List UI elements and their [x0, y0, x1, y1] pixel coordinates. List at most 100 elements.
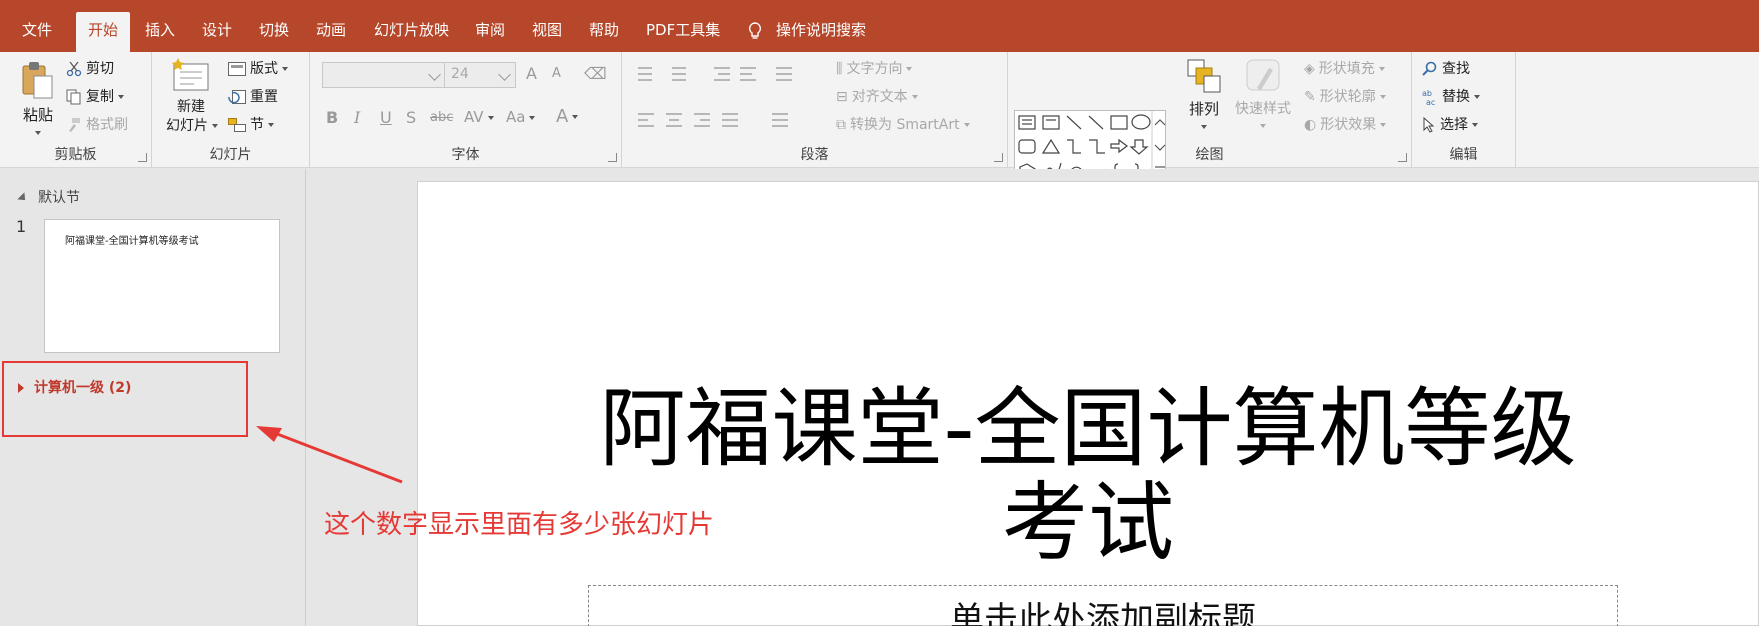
convert-smartart-button[interactable]: ⧉ 转换为 SmartArt: [836, 114, 970, 134]
strikethrough-button[interactable]: abc: [430, 110, 453, 125]
chevron-down-icon: [428, 68, 441, 81]
tell-me-search[interactable]: 操作说明搜索: [748, 12, 866, 48]
smartart-label: 转换为 SmartArt: [850, 117, 960, 133]
font-size-value: 24: [451, 66, 469, 82]
tab-view[interactable]: 视图: [520, 12, 574, 52]
group-editing: 查找 ab ac 替换 选择 编辑: [1412, 52, 1516, 168]
clipboard-group-label: 剪贴板: [54, 147, 97, 163]
new-slide-icon: [172, 58, 209, 91]
chevron-down-icon: [1474, 95, 1480, 99]
tab-review[interactable]: 审阅: [463, 12, 517, 52]
shrink-font-button[interactable]: A: [552, 66, 561, 81]
align-text-button[interactable]: ⊟ 对齐文本: [836, 86, 918, 106]
slide-number: 1: [16, 217, 27, 236]
expand-triangle-icon[interactable]: [18, 383, 24, 393]
character-spacing-button[interactable]: AV: [464, 108, 494, 126]
chevron-down-icon: [1201, 125, 1207, 129]
bold-button[interactable]: B: [326, 108, 338, 127]
slide-canvas[interactable]: 阿福课堂-全国计算机等级考试 单击此处添加副标题: [417, 181, 1759, 626]
quick-styles-button[interactable]: 快速样式: [1232, 58, 1294, 134]
dialog-launcher-icon[interactable]: [138, 153, 147, 162]
align-text-icon: ⊟: [836, 89, 848, 105]
tab-pdf-tools[interactable]: PDF工具集: [634, 12, 732, 52]
chevron-down-icon: [268, 123, 274, 127]
layout-button[interactable]: 版式: [228, 58, 288, 78]
paste-label: 粘贴: [22, 106, 53, 124]
copy-button[interactable]: 复制: [66, 86, 124, 106]
tab-help[interactable]: 帮助: [577, 12, 631, 52]
svg-text:ab: ab: [1422, 89, 1432, 98]
subtitle-placeholder[interactable]: 单击此处添加副标题: [588, 585, 1618, 626]
collapse-triangle-icon[interactable]: [17, 192, 29, 204]
underline-button[interactable]: U: [380, 108, 392, 127]
shape-fill-button[interactable]: ◈ 形状填充: [1304, 58, 1385, 78]
tab-transitions[interactable]: 切换: [247, 12, 301, 52]
replace-label: 替换: [1442, 89, 1470, 105]
shape-effects-label: 形状效果: [1320, 117, 1377, 133]
tab-home[interactable]: 开始: [76, 12, 131, 52]
chevron-down-icon: [498, 68, 511, 81]
tab-animations[interactable]: 动画: [304, 12, 358, 52]
find-button[interactable]: 查找: [1422, 58, 1470, 78]
paintbrush-icon: [69, 118, 80, 132]
slide-title[interactable]: 阿福课堂-全国计算机等级考试: [588, 382, 1588, 570]
dialog-launcher-icon[interactable]: [994, 153, 1003, 162]
font-size-combo[interactable]: 24: [444, 62, 516, 88]
dialog-launcher-icon[interactable]: [1398, 153, 1407, 162]
paste-button[interactable]: 粘贴: [18, 60, 58, 141]
dialog-launcher-icon[interactable]: [608, 153, 617, 162]
cut-button[interactable]: 剪切: [66, 58, 114, 78]
arrange-icon: [1187, 59, 1221, 93]
grow-font-button[interactable]: A: [526, 64, 537, 83]
pen-icon: ✎: [1304, 89, 1316, 105]
chevron-down-icon: [906, 67, 913, 71]
find-label: 查找: [1442, 61, 1470, 77]
new-slide-button[interactable]: 新建 幻灯片: [166, 58, 218, 136]
tab-design[interactable]: 设计: [190, 12, 244, 52]
section-default-header[interactable]: 默认节: [17, 187, 80, 207]
copy-icon: [66, 89, 81, 105]
change-case-button[interactable]: Aa: [506, 108, 536, 126]
quick-styles-icon: [1246, 59, 1280, 91]
copy-label: 复制: [86, 89, 114, 105]
section-button[interactable]: 节: [228, 114, 274, 134]
chevron-down-icon: [35, 131, 41, 135]
replace-button[interactable]: ab ac 替换: [1422, 86, 1480, 106]
scissors-icon: [66, 61, 82, 77]
clear-formatting-icon[interactable]: ⌫: [584, 64, 607, 83]
tell-me-label: 操作说明搜索: [776, 21, 867, 39]
section-collapsed-header[interactable]: 计算机一级 (2): [18, 377, 131, 397]
text-direction-label: 文字方向: [846, 61, 903, 77]
annotation-arrow-icon: [256, 426, 403, 484]
group-slides: 新建 幻灯片 版式 重置 节 幻灯片: [152, 52, 310, 168]
font-name-combo[interactable]: [322, 62, 446, 88]
thumbnail-title: 阿福课堂-全国计算机等级考试: [65, 236, 199, 247]
section-label: 节: [250, 117, 264, 133]
tab-file[interactable]: 文件: [10, 12, 64, 52]
tab-slideshow[interactable]: 幻灯片放映: [362, 12, 461, 52]
italic-button[interactable]: I: [354, 108, 360, 127]
cut-label: 剪切: [86, 61, 114, 77]
slide-thumbnail[interactable]: 阿福课堂-全国计算机等级考试: [44, 219, 280, 353]
effects-icon: ◐: [1304, 117, 1317, 133]
chevron-down-icon: [487, 115, 494, 120]
font-color-button[interactable]: A: [556, 106, 579, 127]
text-direction-button[interactable]: ⫼ 文字方向: [836, 58, 913, 78]
arrange-button[interactable]: 排列: [1184, 58, 1224, 135]
layout-label: 版式: [250, 61, 278, 77]
format-painter-button[interactable]: 格式刷: [66, 114, 128, 134]
chevron-down-icon: [572, 115, 579, 119]
shadow-button[interactable]: S: [406, 108, 416, 127]
chevron-down-icon: [282, 67, 288, 71]
tab-insert[interactable]: 插入: [133, 12, 187, 52]
shape-outline-button[interactable]: ✎ 形状轮廓: [1304, 86, 1386, 106]
chevron-down-icon: [1379, 95, 1386, 99]
lightbulb-icon: [748, 21, 762, 39]
shape-outline-label: 形状轮廓: [1319, 89, 1376, 105]
reset-button[interactable]: 重置: [228, 86, 278, 106]
chevron-down-icon: [529, 115, 536, 120]
select-label: 选择: [1440, 117, 1468, 133]
new-slide-label-2: 幻灯片: [166, 117, 218, 136]
shape-effects-button[interactable]: ◐ 形状效果: [1304, 114, 1387, 134]
select-button[interactable]: 选择: [1422, 114, 1478, 134]
